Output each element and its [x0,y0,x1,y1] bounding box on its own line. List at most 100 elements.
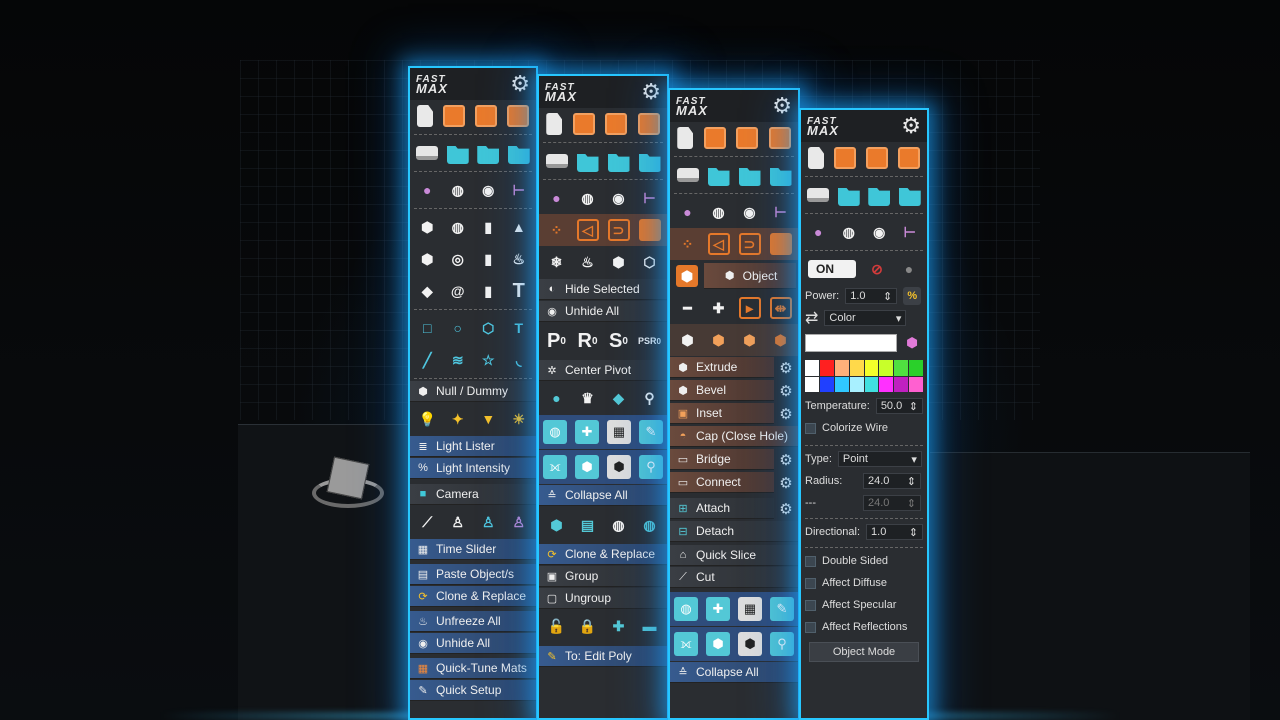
unlock-icon[interactable]: 🔓 [546,615,568,637]
save-icon[interactable] [572,113,595,135]
recent-folder-icon[interactable] [638,153,661,172]
import-icon[interactable] [545,154,568,168]
gear-icon[interactable]: ⚙ [510,73,530,95]
globe-icon[interactable]: ◍ [838,221,860,243]
merge-folder-icon[interactable] [477,145,500,164]
connect-button[interactable]: ▭ Connect [670,472,774,493]
add-modifier-icon[interactable]: ✚ [706,597,730,621]
eye-icon[interactable]: ◉ [739,201,761,223]
color-swatch[interactable] [805,334,897,352]
vertex-icon[interactable]: ⁘ [677,233,699,255]
save-icon[interactable] [703,127,726,149]
vertex-icon[interactable]: ⁘ [546,219,568,241]
palette-swatch[interactable] [894,376,909,392]
stack-icon[interactable]: ▤ [577,514,599,536]
collapse-all-button[interactable]: ≙ Collapse All [670,662,798,683]
unfreeze-all-button[interactable]: ♨ Unfreeze All [410,611,536,632]
torus-knot-icon[interactable]: @ [447,280,469,302]
clone-replace-button[interactable]: ⟳ Clone & Replace [410,586,536,607]
detach-button[interactable]: ⊟ Detach [670,521,798,542]
merge-folder-icon[interactable] [868,187,891,206]
soft-select-icon[interactable]: ⬢ [677,329,699,351]
plane-icon[interactable]: ◆ [416,280,438,302]
save-incremental-icon[interactable] [637,113,660,135]
helix-shape-icon[interactable]: ≋ [447,349,469,371]
save-incremental-icon[interactable] [507,105,529,127]
bevel-settings-gear-icon[interactable]: ⚙ [774,380,798,401]
cap-button[interactable]: ◓ Cap (Close Hole) [670,426,798,447]
reset-all-button[interactable]: PSR 0 [638,330,661,352]
select-by-icon[interactable]: ● [677,201,699,223]
open-folder-icon[interactable] [576,153,599,172]
power-spinner[interactable]: 1.0 ⇕ [845,288,898,304]
colorize-wire-checkbox[interactable] [805,422,816,434]
remove-icon[interactable]: ▬ [639,615,661,637]
add-modifier-icon[interactable]: ✚ [575,420,599,444]
temperature-spinner[interactable]: 50.0 ⇕ [875,398,923,414]
select-by-icon[interactable]: ● [807,221,829,243]
loop-select-icon[interactable]: ⇹ [769,297,792,319]
polygon-icon[interactable] [638,219,661,241]
light-intensity-button[interactable]: % Light Intensity [410,458,536,479]
hierarchy-icon[interactable]: ⊢ [770,201,792,223]
add-icon[interactable]: ✚ [608,615,630,637]
save-as-icon[interactable] [866,147,888,169]
rectangle-shape-icon[interactable]: □ [416,317,438,339]
shell-icon[interactable]: ⬢ [706,632,730,656]
palette-swatch[interactable] [805,376,819,392]
checker-icon[interactable]: ▦ [607,420,631,444]
checker-sphere-icon[interactable]: ◍ [608,514,630,536]
new-file-icon[interactable] [677,127,694,149]
add-instance-icon[interactable]: ⬢ [546,514,568,536]
open-folder-icon[interactable] [446,145,469,164]
unwrap-icon[interactable]: ✎ [639,420,663,444]
soft-select-half-icon[interactable]: ⬢ [739,329,761,351]
shell-icon[interactable]: ⬢ [575,455,599,479]
torus-icon[interactable]: ◎ [447,248,469,270]
group-button[interactable]: ▣ Group [539,566,667,587]
extrude-settings-gear-icon[interactable]: ⚙ [774,357,798,378]
affect-diffuse-checkbox[interactable] [805,577,816,589]
eye-icon[interactable]: ◉ [868,221,890,243]
palette-swatch[interactable] [864,360,879,376]
sphere-teal-icon[interactable]: ◍ [639,514,661,536]
eye-icon[interactable]: ◉ [608,187,630,209]
polygon-icon[interactable] [769,233,792,255]
save-as-icon[interactable] [475,105,497,127]
swap-icon[interactable]: ⇄ [805,308,818,328]
bridge-settings-gear-icon[interactable]: ⚙ [774,449,798,470]
save-icon[interactable] [834,147,856,169]
to-edit-poly-button[interactable]: ✎ To: Edit Poly [539,646,667,667]
search-icon[interactable]: ⚲ [770,632,794,656]
paste-objects-button[interactable]: ▤ Paste Object/s [410,564,536,585]
grow-icon[interactable]: ✚ [708,297,730,319]
light-on-toggle[interactable]: ON [808,260,856,278]
unhide-all-button[interactable]: ◉ Unhide All [410,633,536,654]
palette-swatch[interactable] [909,360,923,376]
box-see-through-icon[interactable]: ⬢ [608,251,630,273]
trophy-icon[interactable]: ♛ [577,387,599,409]
globe-icon[interactable]: ◍ [577,187,599,209]
border-icon[interactable]: ⊃ [607,219,630,241]
sphere-icon[interactable]: ◍ [447,216,469,238]
ngon-shape-icon[interactable]: ⬡ [477,317,499,339]
new-file-icon[interactable] [808,147,824,169]
double-sided-checkbox[interactable] [805,555,816,567]
search-icon[interactable]: ⚲ [639,455,663,479]
radius-spinner[interactable]: 24.0 ⇕ [863,473,921,489]
type-dropdown[interactable]: Point ▾ [837,451,922,467]
checker-icon[interactable]: ▦ [738,597,762,621]
camera-button[interactable]: ■ Camera [410,484,536,505]
palette-swatch[interactable] [894,360,909,376]
save-incremental-icon[interactable] [898,147,920,169]
palette-swatch[interactable] [834,360,849,376]
edge-icon[interactable]: ◁ [576,219,599,241]
border-icon[interactable]: ⊃ [738,233,761,255]
time-slider-button[interactable]: ▦ Time Slider [410,539,536,560]
affect-reflections-checkbox[interactable] [805,621,816,633]
symmetry-icon[interactable]: ⟗ [674,632,698,656]
palette-swatch[interactable] [819,360,834,376]
hierarchy-icon[interactable]: ⊢ [508,179,530,201]
eye-icon[interactable]: ◉ [477,179,499,201]
attach-settings-gear-icon[interactable]: ⚙ [774,498,798,519]
